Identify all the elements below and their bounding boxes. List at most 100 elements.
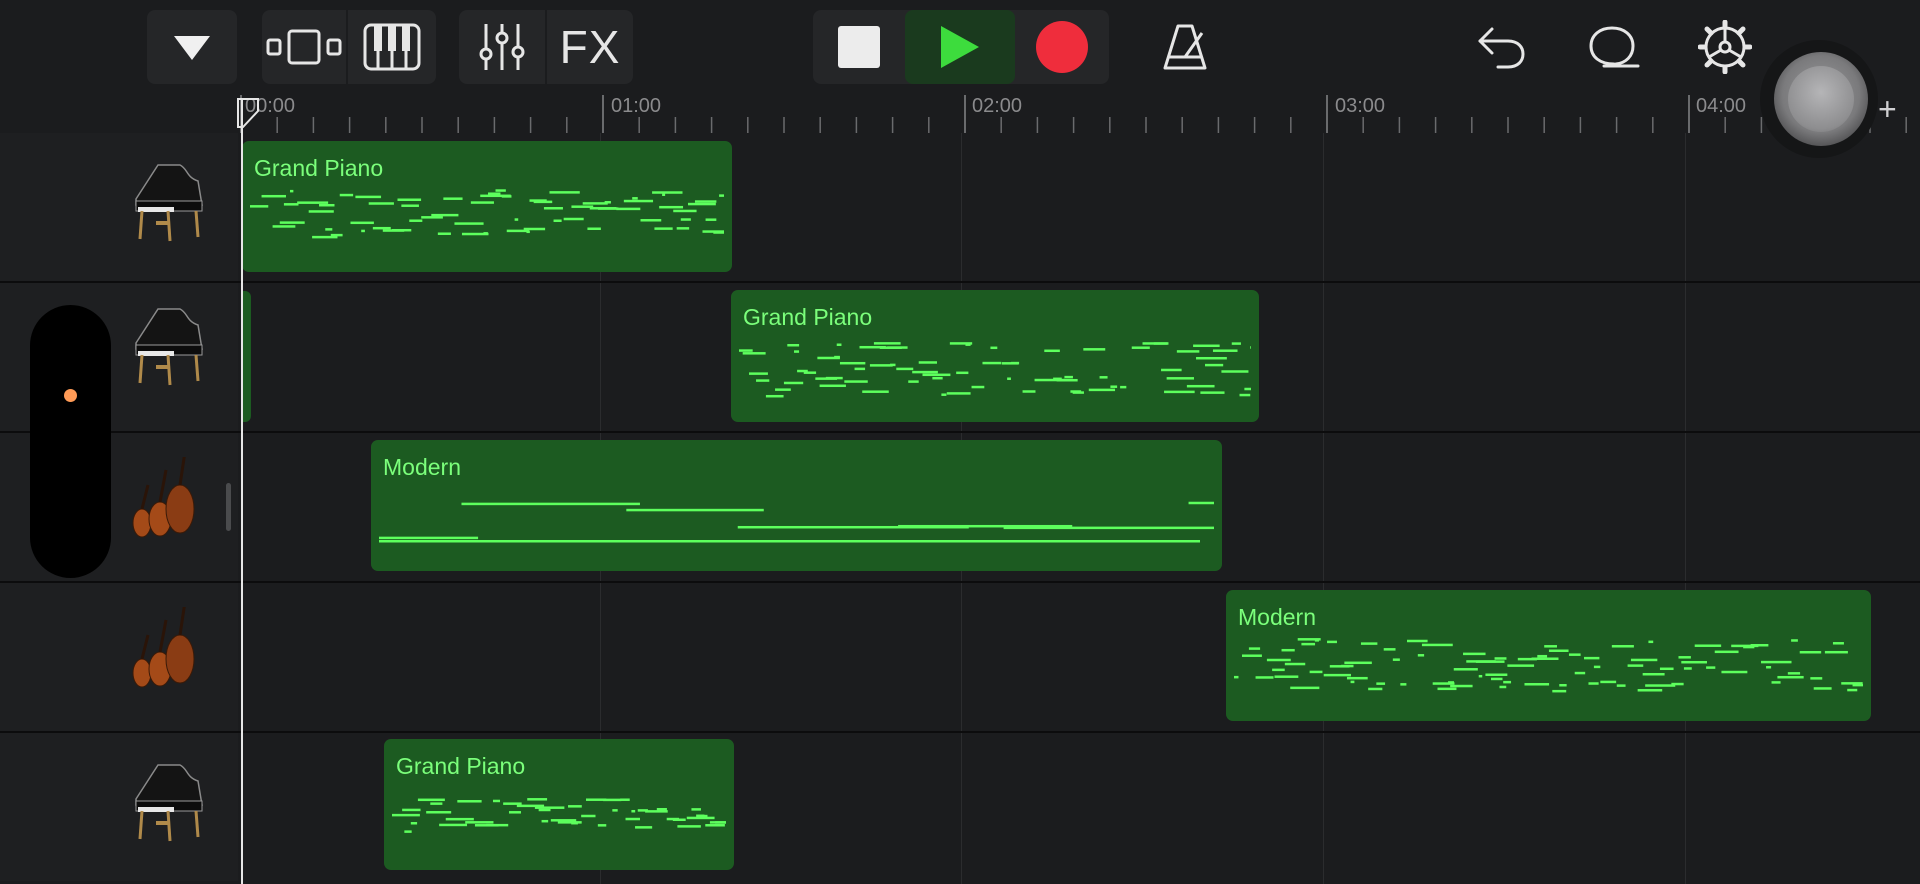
tracks-view-button[interactable]	[262, 10, 346, 84]
midi-note	[1044, 349, 1060, 353]
midi-note	[1176, 350, 1200, 353]
midi-note	[1022, 390, 1036, 393]
midi-note	[687, 202, 716, 206]
mixer-button[interactable]	[459, 10, 545, 84]
midi-note	[1193, 344, 1220, 348]
record-icon	[1036, 21, 1088, 73]
track-header-1[interactable]	[0, 133, 238, 281]
string-instrument-body	[165, 634, 195, 684]
midi-note	[1766, 666, 1772, 669]
midi-note	[350, 221, 374, 225]
play-button[interactable]	[905, 10, 1015, 84]
midi-note	[379, 536, 479, 540]
midi-note	[1777, 675, 1804, 679]
midi-note	[297, 201, 329, 204]
midi-note	[1485, 673, 1508, 676]
region-sliver[interactable]	[242, 291, 251, 422]
midi-note	[623, 199, 654, 203]
midi-note	[1813, 687, 1832, 690]
midi-note	[932, 376, 943, 380]
midi-note	[1627, 664, 1644, 667]
midi-note	[330, 233, 343, 237]
record-button[interactable]	[1015, 10, 1109, 84]
string-instrument-body	[165, 484, 195, 534]
region-modern[interactable]: Modern	[1226, 590, 1871, 721]
midi-note	[1266, 658, 1291, 662]
midi-note	[1272, 668, 1285, 672]
ruler-ticks	[240, 95, 1907, 133]
metronome-button[interactable]	[1150, 10, 1220, 84]
track-select-slider[interactable]	[30, 305, 111, 578]
piano-shape	[138, 354, 144, 384]
midi-note	[1852, 683, 1863, 687]
midi-note	[691, 808, 701, 811]
midi-note	[1645, 684, 1676, 687]
midi-note	[705, 218, 717, 221]
midi-note	[392, 813, 420, 817]
ruler-label-2: 02:00	[972, 95, 1023, 117]
midi-note	[1791, 639, 1798, 642]
playhead[interactable]	[241, 100, 243, 884]
midi-note	[568, 805, 582, 808]
midi-note	[1721, 670, 1748, 674]
triangle-down-icon	[174, 36, 210, 60]
playhead-handle-icon[interactable]	[236, 97, 260, 129]
timeline-ruler[interactable]: 00:00 01:00 02:00 03:00 04:00	[238, 95, 1920, 133]
region-grand-piano[interactable]: Grand Piano	[242, 141, 732, 272]
midi-note	[553, 219, 562, 223]
midi-note	[1659, 667, 1674, 671]
midi-note	[1503, 680, 1512, 684]
settings-button[interactable]	[1690, 10, 1760, 84]
midi-note	[1344, 661, 1372, 665]
scroll-handle[interactable]	[226, 483, 231, 531]
midi-note	[272, 225, 296, 228]
midi-note	[1630, 658, 1658, 662]
midi-note	[1284, 662, 1306, 666]
loop-browser-button[interactable]	[1578, 10, 1648, 84]
midi-note	[1637, 689, 1663, 692]
midi-note	[1450, 684, 1473, 688]
string-instrument-neck	[140, 634, 150, 660]
undo-button[interactable]	[1466, 10, 1536, 84]
region-grand-piano[interactable]: Grand Piano	[731, 290, 1259, 422]
midi-note	[836, 343, 842, 346]
midi-note	[1161, 368, 1182, 372]
midi-note	[368, 202, 394, 205]
midi-note	[1274, 675, 1299, 678]
piano-shape	[166, 210, 172, 242]
add-track-button[interactable]: +	[1878, 93, 1897, 125]
midi-note	[1544, 645, 1557, 648]
midi-note	[1421, 643, 1453, 647]
region-grand-piano[interactable]: Grand Piano	[384, 739, 734, 870]
midi-note	[402, 808, 421, 812]
midi-note	[514, 218, 519, 221]
midi-note	[1196, 356, 1227, 360]
string-instrument-neck	[158, 469, 168, 503]
midi-note	[1281, 648, 1295, 652]
midi-note	[527, 798, 548, 801]
midi-note	[339, 193, 354, 197]
midi-note	[541, 819, 549, 823]
midi-note	[563, 217, 584, 221]
keyboard-view-button[interactable]	[348, 10, 436, 84]
track-header-4[interactable]	[0, 583, 238, 731]
midi-note	[1537, 654, 1548, 658]
fx-button[interactable]: FX	[547, 10, 633, 84]
midi-note	[431, 213, 459, 217]
midi-note	[1600, 680, 1617, 684]
piano-shape	[135, 308, 203, 350]
midi-note	[673, 209, 697, 213]
midi-note	[486, 823, 509, 827]
midi-note	[379, 540, 1200, 543]
browser-menu-button[interactable]	[147, 10, 237, 84]
midi-note	[1417, 654, 1425, 657]
region-modern[interactable]: Modern	[371, 440, 1222, 571]
track-header-5[interactable]	[0, 733, 238, 881]
string-instrument-body	[132, 658, 152, 688]
midi-note	[1552, 689, 1567, 693]
midi-note	[1593, 665, 1601, 669]
midi-notes	[379, 501, 1214, 543]
stop-button[interactable]	[813, 10, 905, 84]
ruler-label-1: 01:00	[611, 95, 662, 117]
midi-note	[404, 830, 412, 833]
